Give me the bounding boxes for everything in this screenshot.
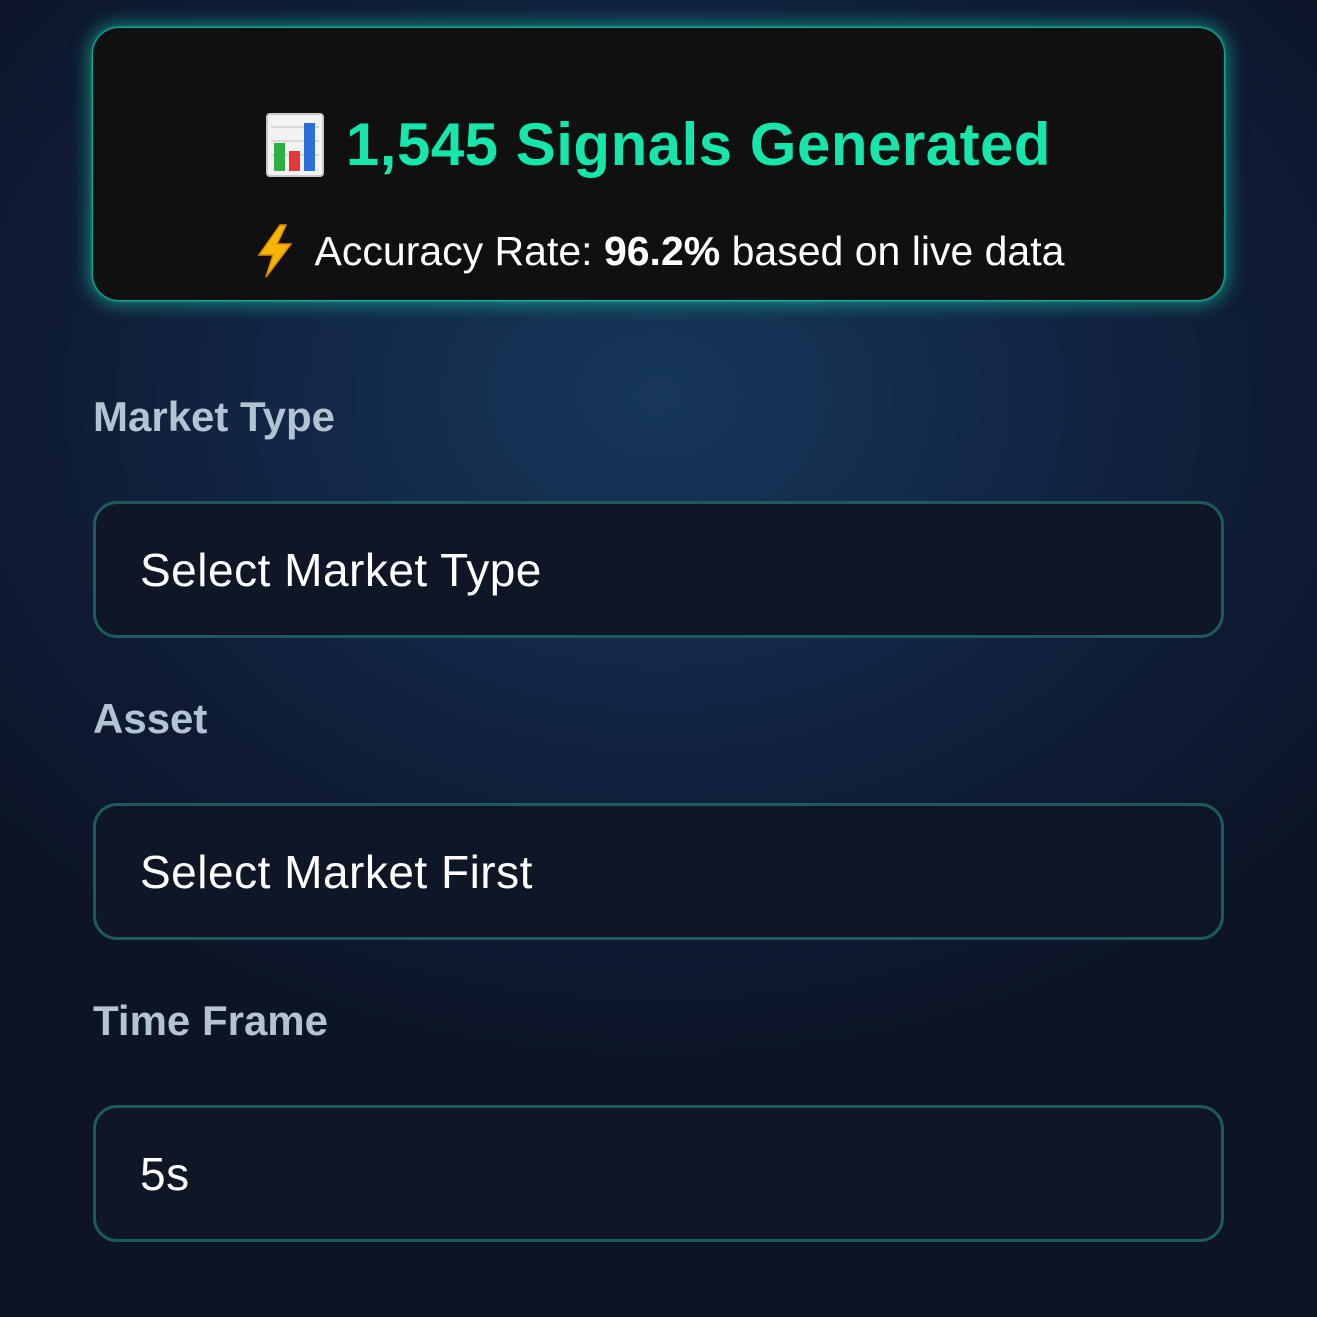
bar-chart-icon [265,113,324,177]
market-type-label: Market Type [93,393,335,440]
asset-value: Select Market First [140,845,533,898]
signals-stats-card: 1,545 Signals Generated Accuracy Rate: 9… [93,28,1224,300]
signals-count-title: 1,545 Signals Generated [345,111,1052,178]
asset-select[interactable]: Select Market First [93,803,1224,940]
accuracy-value: 96.2% [603,228,721,274]
time-frame-label: Time Frame [93,997,328,1044]
accuracy-suffix: based on live data [731,228,1065,274]
accuracy-text: Accuracy Rate: 96.2% based on live data [315,224,1065,278]
time-frame-value: 5s [140,1147,190,1200]
lightning-bolt-icon [253,224,297,278]
signal-generator-page: 1,545 Signals Generated Accuracy Rate: 9… [0,0,1317,1317]
market-type-value: Select Market Type [140,543,542,596]
time-frame-select[interactable]: 5s [93,1105,1224,1242]
asset-label: Asset [93,695,208,742]
accuracy-row: Accuracy Rate: 96.2% based on live data [93,224,1224,278]
market-type-select[interactable]: Select Market Type [93,501,1224,638]
accuracy-prefix: Accuracy Rate: [314,228,593,274]
stats-title-row: 1,545 Signals Generated [93,110,1224,180]
